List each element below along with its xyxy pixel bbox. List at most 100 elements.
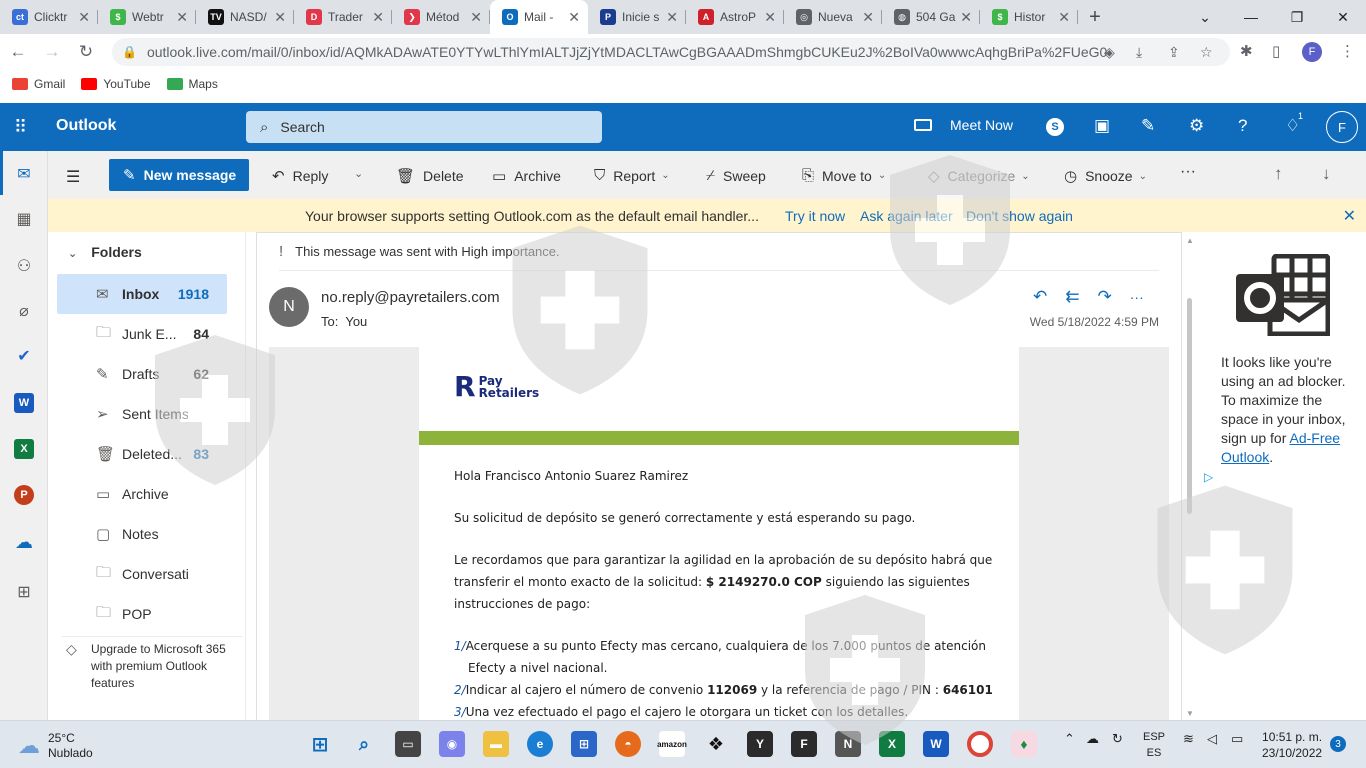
tab-search-chevron-icon[interactable]: ⌄ (1182, 0, 1228, 34)
language-indicator[interactable]: ESP ES (1143, 729, 1165, 761)
mail-icon[interactable]: ✉ (12, 163, 36, 185)
tab-close-icon[interactable]: ✕ (78, 9, 90, 26)
app-f-icon[interactable]: F (791, 731, 817, 757)
close-window-icon[interactable]: ✕ (1320, 0, 1366, 34)
lens-icon[interactable]: ◈ (1104, 44, 1115, 61)
browser-tab[interactable]: ◎ Nueva ✕ (784, 0, 882, 34)
next-message-arrow-icon[interactable]: ↓ (1322, 164, 1331, 184)
chrome-taskbar-icon[interactable] (967, 731, 993, 757)
bookmark-star-icon[interactable]: ☆ (1200, 44, 1213, 61)
try-it-now-link[interactable]: Try it now (785, 208, 845, 224)
folder-item[interactable]: 🗑 Deleted... 83 (57, 434, 227, 474)
my-day-icon[interactable]: ✎ (1141, 116, 1155, 136)
word-icon[interactable]: W (14, 393, 34, 413)
forward-icon[interactable]: ↷ (1098, 287, 1112, 307)
profile-avatar[interactable]: F (1302, 42, 1322, 62)
attachment-icon[interactable]: ⌀ (12, 300, 36, 322)
to-recipient[interactable]: You (345, 314, 367, 329)
tab-close-icon[interactable]: ✕ (764, 9, 776, 26)
bookmark-youtube[interactable]: YouTube (81, 77, 151, 91)
folder-item[interactable]: ➢ Sent Items (57, 394, 227, 434)
clock[interactable]: 10:51 p. m. 23/10/2022 (1262, 729, 1322, 761)
hamburger-icon[interactable]: ☰ (66, 167, 80, 187)
volume-icon[interactable]: ◁ (1207, 731, 1217, 747)
tab-close-icon[interactable]: ✕ (568, 9, 580, 26)
task-view-icon[interactable]: ▭ (395, 731, 421, 757)
folder-item[interactable]: ✉ Inbox 1918 (57, 274, 227, 314)
notification-badge[interactable]: 3 (1330, 736, 1346, 752)
snooze-button[interactable]: ◷ Snooze ⌄ (1064, 167, 1147, 185)
more-actions-icon[interactable]: ··· (1180, 163, 1196, 181)
tab-close-icon[interactable]: ✕ (470, 9, 482, 26)
taskbar-search-icon[interactable]: ⌕ (351, 731, 377, 757)
tray-cloud-icon[interactable]: ☁ (1086, 731, 1099, 747)
reply-icon[interactable]: ↶ (1033, 287, 1047, 307)
onedrive-icon[interactable]: ☁ (12, 531, 36, 553)
new-tab-button[interactable]: + (1078, 0, 1112, 34)
sweep-button[interactable]: ⌿ Sweep (706, 167, 766, 184)
upgrade-promo[interactable]: ◇ Upgrade to Microsoft 365 with premium … (62, 636, 242, 692)
download-icon[interactable]: ⤓ (1136, 44, 1142, 61)
ask-again-later-link[interactable]: Ask again later (860, 208, 953, 224)
reading-pane-scrollbar[interactable]: ▲ ▼ (1185, 234, 1195, 720)
tab-close-icon[interactable]: ✕ (862, 9, 874, 26)
skype-icon[interactable]: S (1046, 118, 1064, 136)
browser-tab[interactable]: D Trader ✕ (294, 0, 392, 34)
scroll-thumb[interactable] (1187, 298, 1192, 514)
browser-tab[interactable]: ct Clicktr ✕ (0, 0, 98, 34)
folder-item[interactable]: ▢ Notes (57, 514, 227, 554)
back-icon[interactable]: ← (2, 36, 34, 68)
edge-icon[interactable]: e (527, 731, 553, 757)
file-explorer-icon[interactable]: ▬ (483, 731, 509, 757)
amazon-icon[interactable]: amazon (657, 731, 687, 757)
office-icon[interactable]: ▣ (1094, 116, 1110, 136)
chrome-menu-icon[interactable]: ⋮ (1340, 42, 1355, 60)
browser-tab[interactable]: P Inicie s ✕ (588, 0, 686, 34)
categorize-button[interactable]: ◇ Categorize ⌄ (928, 167, 1030, 185)
excel-icon[interactable]: X (14, 439, 34, 459)
scroll-down-icon[interactable]: ▼ (1186, 709, 1194, 718)
banner-close-icon[interactable]: ✕ (1343, 206, 1356, 226)
store-icon[interactable]: ⊞ (571, 731, 597, 757)
minimize-icon[interactable]: — (1228, 0, 1274, 34)
battery-icon[interactable]: ▭ (1231, 731, 1243, 747)
omnibox[interactable]: 🔒 outlook.live.com/mail/0/inbox/id/AQMkA… (112, 38, 1230, 66)
extensions-icon[interactable]: ✱ (1240, 42, 1253, 60)
tab-close-icon[interactable]: ✕ (1058, 9, 1070, 26)
outlook-logo-text[interactable]: Outlook (56, 117, 116, 135)
delete-button[interactable]: 🗑 Delete (396, 167, 464, 185)
people-icon[interactable]: ⚇ (12, 255, 36, 277)
tab-close-icon[interactable]: ✕ (666, 9, 678, 26)
reload-icon[interactable]: ↻ (70, 36, 102, 68)
folder-item[interactable]: ✎ Drafts 62 (57, 354, 227, 394)
folder-item[interactable]: 🗀 Conversati... (57, 554, 227, 594)
reply-all-icon[interactable]: ⇇ (1065, 287, 1079, 307)
forward-icon[interactable]: → (36, 36, 68, 68)
browser-tab[interactable]: ❯ Métod ✕ (392, 0, 490, 34)
app-launcher-icon[interactable]: ⠿ (14, 117, 27, 138)
browser-tab[interactable]: $ Webtr ✕ (98, 0, 196, 34)
folders-header[interactable]: ⌄ Folders (68, 244, 142, 260)
help-icon[interactable]: ? (1238, 116, 1247, 136)
word-taskbar-icon[interactable]: W (923, 731, 949, 757)
folder-item[interactable]: 🗀 Junk E... 84 (57, 314, 227, 354)
firefox-icon[interactable]: ◓ (615, 731, 641, 757)
tab-close-icon[interactable]: ✕ (274, 9, 286, 26)
dropbox-icon[interactable]: ❖ (703, 731, 729, 757)
wifi-icon[interactable]: ≋ (1183, 731, 1194, 747)
evernote-icon[interactable]: ♦ (1011, 731, 1037, 757)
bookmark-maps[interactable]: Maps (166, 77, 218, 91)
calendar-icon[interactable]: ▦ (12, 208, 36, 230)
tab-close-icon[interactable]: ✕ (372, 9, 384, 26)
adchoices-icon[interactable]: ▷ (1204, 470, 1213, 484)
browser-tab[interactable]: ◍ 504 Ga ✕ (882, 0, 980, 34)
bookmark-gmail[interactable]: Gmail (12, 77, 65, 91)
dont-show-again-link[interactable]: Don't show again (966, 208, 1073, 224)
weather-widget[interactable]: ☁ 25°C Nublado (18, 731, 93, 761)
reply-options-chevron-icon[interactable]: ⌄ (354, 167, 363, 180)
tab-close-icon[interactable]: ✕ (176, 9, 188, 26)
reply-button[interactable]: ↶ Reply (272, 167, 328, 185)
report-button[interactable]: ⛉ Report ⌄ (594, 167, 670, 184)
search-input[interactable]: ⌕ Search (246, 111, 602, 143)
restore-icon[interactable]: ❐ (1274, 0, 1320, 34)
